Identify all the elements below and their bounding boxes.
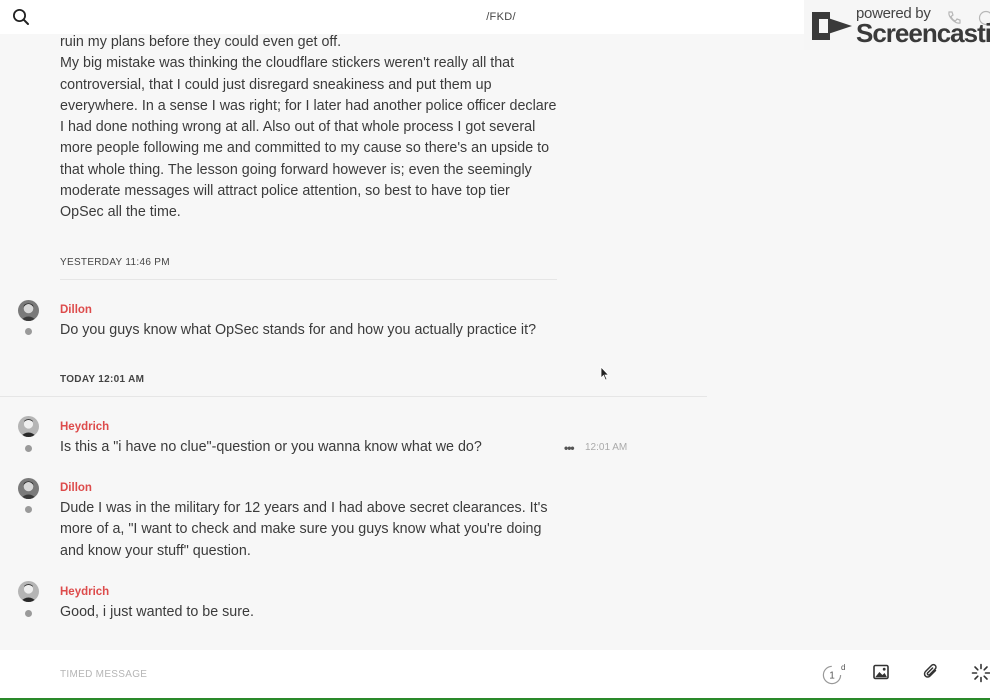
message-line: OpSec all the time. [60,204,181,221]
avatar-image [18,478,39,499]
phone-icon [948,11,961,24]
author-name[interactable]: Heydrich [60,586,109,598]
message-text-previous: ruin my plans before they could even get… [60,32,560,224]
image-icon [873,664,889,680]
avatar-dillon[interactable] [18,478,39,499]
message-line: moderate messages will attract police at… [60,183,510,200]
message-line: Dude I was in the military for 12 years … [60,500,548,516]
screencastify-logo-icon [812,12,852,40]
message-line: ruin my plans before they could even get… [60,34,342,50]
author-name[interactable]: Heydrich [60,421,109,433]
message-line: everywhere. In a sense I was right; for … [60,97,557,114]
message-line: Good, i just wanted to be sure. [60,604,254,620]
presence-dot [25,610,32,617]
avatar-heydrich[interactable] [18,416,39,437]
author-name[interactable]: Dillon [60,482,92,494]
brand-label: Screencastify [856,18,990,48]
message-line: I had done nothing wrong at all. Also ou… [60,119,536,136]
avatar-dillon[interactable] [18,300,39,321]
message-options-button[interactable]: ••• [564,441,575,455]
spinner-icon [971,663,990,683]
mouse-cursor-icon [600,366,610,381]
avatar-image [18,300,39,321]
day-divider [60,279,557,280]
message-text: Is this a "i have no clue"-question or y… [60,437,560,458]
presence-dot [25,445,32,452]
timer-icon: 1 d [822,663,845,685]
message-line: My big mistake was thinking the cloudfla… [60,55,515,72]
presence-dot [25,506,32,513]
timer-unit: d [841,663,845,672]
message-text: Dude I was in the military for 12 years … [60,498,560,562]
message-line: that whole thing. The lesson going forwa… [60,161,532,178]
avatar-image [18,581,39,602]
presence-dot [25,328,32,335]
message-line: more people following me and committed t… [60,140,550,157]
info-icon [978,10,990,26]
timer-button[interactable]: 1 d [821,663,847,690]
day-separator-yesterday: YESTERDAY 11:46 PM [60,257,170,268]
screencastify-watermark: powered by Screencastify [804,0,990,50]
avatar-heydrich[interactable] [18,581,39,602]
author-name[interactable]: Dillon [60,304,92,316]
day-separator-today: TODAY 12:01 AM [60,374,145,385]
message-line: and know your stuff" question. [60,542,251,559]
avatar-image [18,416,39,437]
message-line: more of a, "I want to check and make sur… [60,521,542,538]
message-input[interactable] [60,664,760,684]
image-button[interactable] [872,663,890,686]
message-text: Good, i just wanted to be sure. [60,602,560,623]
spinner-button[interactable] [971,663,990,688]
paperclip-icon [923,663,937,678]
message-text: Do you guys know what OpSec stands for a… [60,320,580,341]
message-line: Do you guys know what OpSec stands for a… [60,322,537,338]
attach-button[interactable] [922,663,940,686]
message-timestamp: 12:01 AM [585,442,628,453]
day-divider [0,396,707,397]
timer-value: 1 [829,671,835,682]
message-composer: 1 d [0,650,990,698]
message-line: controversial, that I could just disrega… [60,76,492,93]
message-line: Is this a "i have no clue"-question or y… [60,439,482,455]
